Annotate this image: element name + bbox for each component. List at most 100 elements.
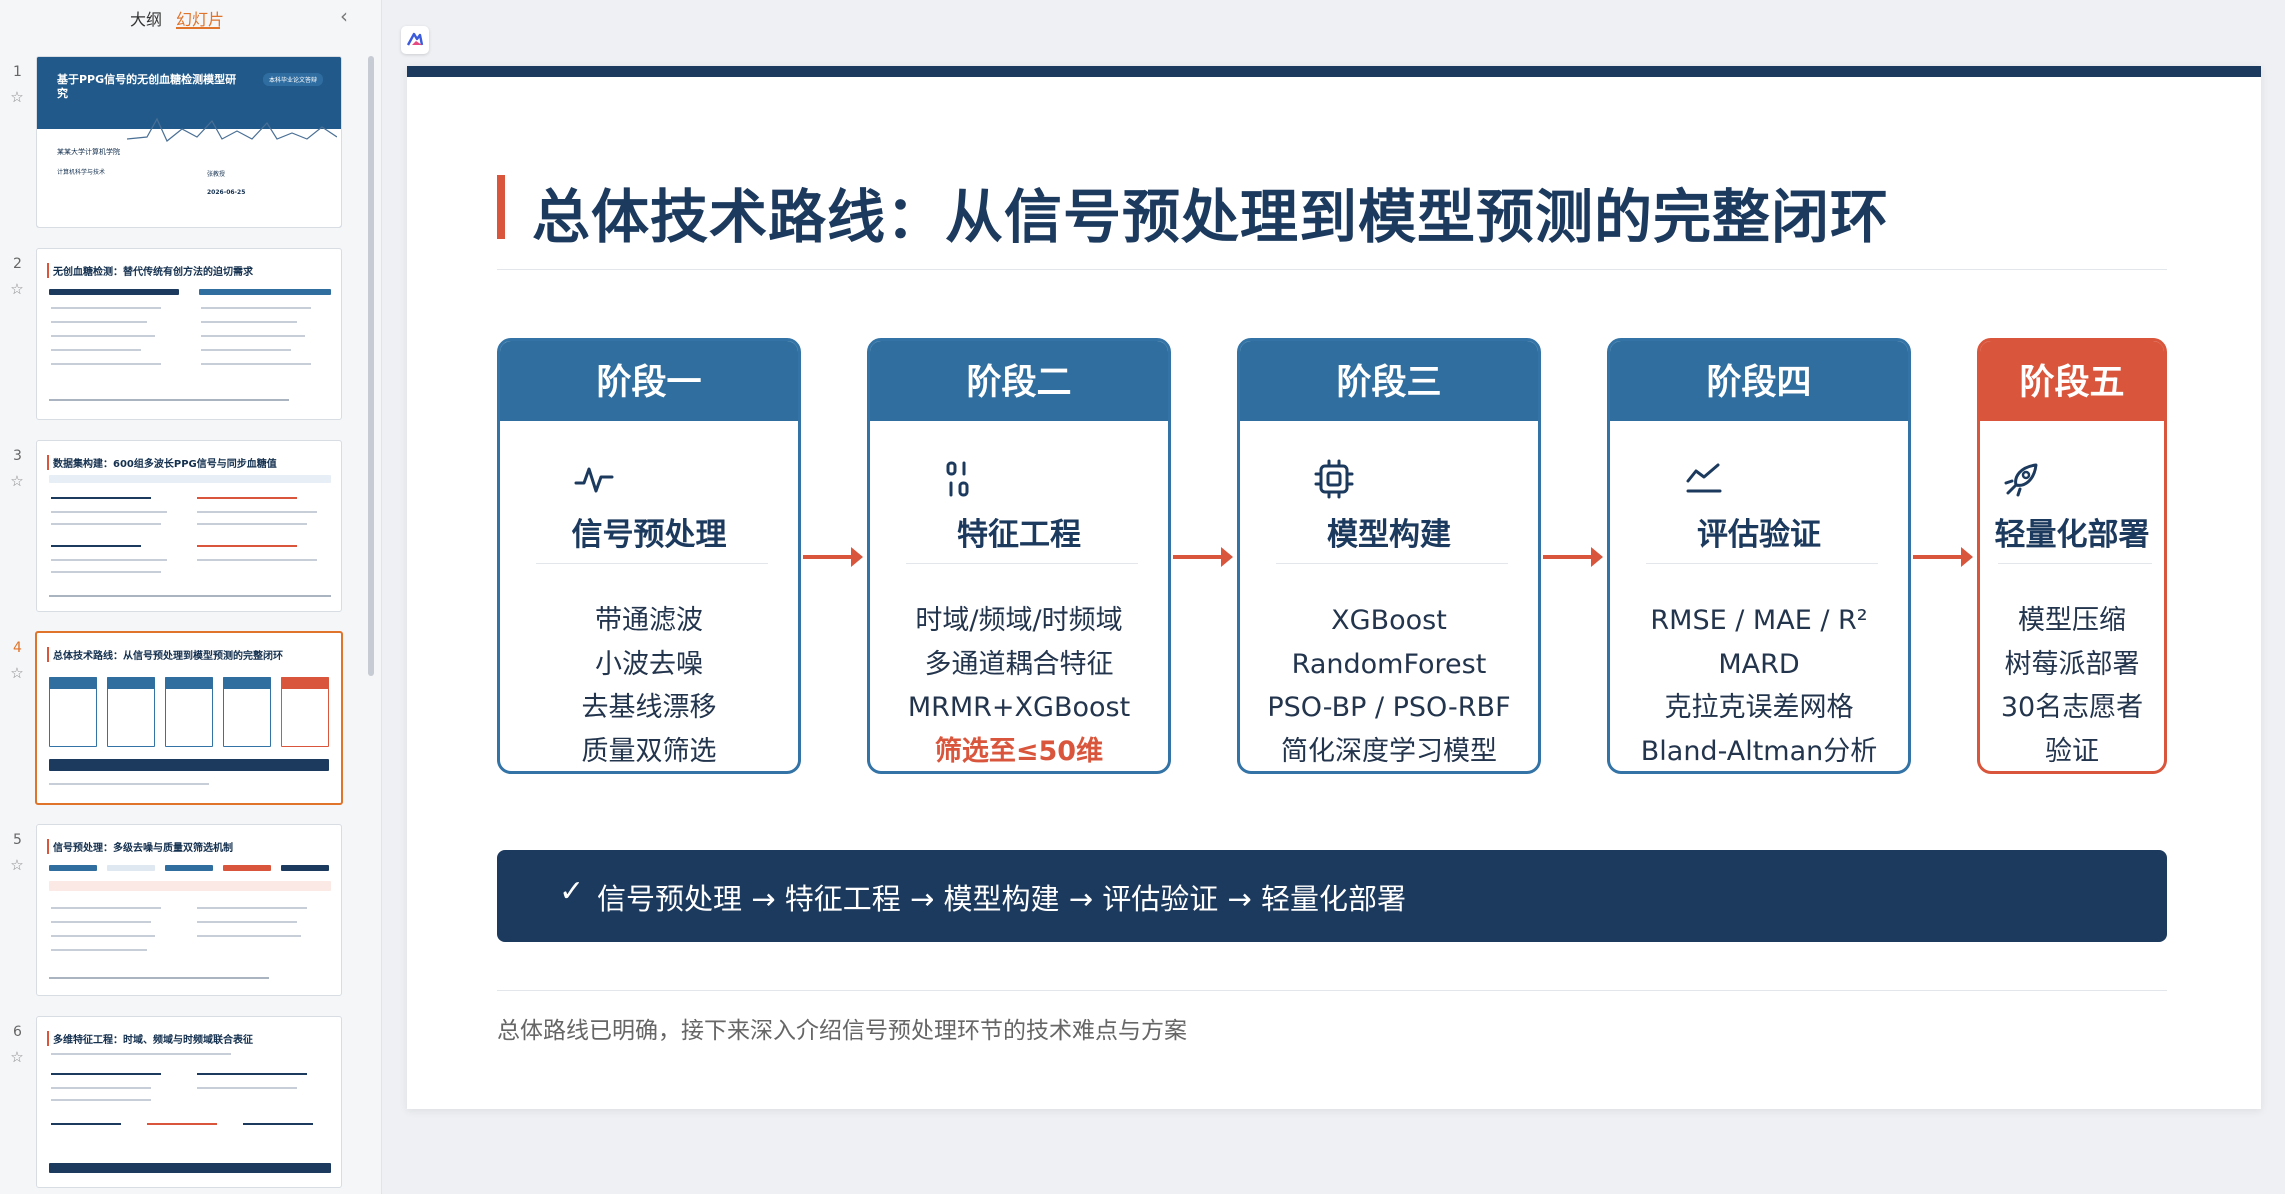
tab-outline[interactable]: 大纲 <box>130 6 162 30</box>
thumbnail-text <box>51 1073 161 1075</box>
stage-item: PSO-BP / PSO-RBF <box>1267 692 1511 723</box>
slide-number: 3 <box>13 448 22 464</box>
thumbnail-text <box>197 497 297 499</box>
slides-panel: 大纲 幻灯片 ‹ 1 ☆ 基于PPG信号的无创血糖检测模型研究 本科毕业论文答辩… <box>0 0 382 1194</box>
slide-thumbnail[interactable]: 无创血糖检测：替代传统有创方法的迫切需求 <box>36 248 342 420</box>
chevron-left-icon[interactable]: ‹ <box>340 4 348 28</box>
star-icon[interactable]: ☆ <box>8 88 26 106</box>
stage-items: XGBoost RandomForest PSO-BP / PSO-RBF 简化… <box>1240 599 1538 771</box>
thumbnail-block <box>49 475 331 483</box>
stage-item: 克拉克误差网格 <box>1664 692 1854 723</box>
slide-title: 总体技术路线：从信号预处理到模型预测的完整闭环 <box>532 183 1890 251</box>
stage-item: 带通滤波 <box>595 605 703 636</box>
thumbnail-title: 信号预处理：多级去噪与质量双筛选机制 <box>47 839 333 854</box>
thumbnail-title: 总体技术路线：从信号预处理到模型预测的完整闭环 <box>47 647 333 662</box>
stage-items: 时域/频域/时频域 多通道耦合特征 MRMR+XGBoost 筛选至≤50维 <box>870 599 1168 771</box>
thumbnail-advisor: 张教授 <box>207 171 226 178</box>
slide-thumbnail[interactable]: 数据集构建：600组多波长PPG信号与同步血糖值 <box>36 440 342 612</box>
divider <box>906 563 1138 564</box>
thumbnail-text <box>51 1099 151 1101</box>
thumbnail-title: 无创血糖检测：替代传统有创方法的迫切需求 <box>47 263 333 278</box>
stage-header: 阶段三 <box>1240 341 1538 421</box>
arrow-right-icon <box>1173 547 1233 567</box>
stage-items: 带通滤波 小波去噪 去基线漂移 质量双筛选 <box>500 599 798 771</box>
thumbnail-text <box>51 559 167 561</box>
star-icon[interactable]: ☆ <box>8 1048 26 1066</box>
stage-item: 去基线漂移 <box>581 692 717 723</box>
title-accent-bar <box>497 175 505 239</box>
slide-thumbnail[interactable]: 基于PPG信号的无创血糖检测模型研究 本科毕业论文答辩 某某大学计算机学院 计算… <box>36 56 342 228</box>
thumbnail-block <box>49 289 179 295</box>
stage-item: RMSE / MAE / R² <box>1650 605 1868 636</box>
stage-name: 评估验证 <box>1697 517 1821 553</box>
thumbnail-row: 6 ☆ 多维特征工程：时域、频域与时频域联合表征 <box>0 1000 370 1188</box>
stage-item: 多通道耦合特征 <box>924 648 1114 680</box>
flow-summary-bar: ✓ 信号预处理 → 特征工程 → 模型构建 → 评估验证 → 轻量化部署 <box>497 850 2167 942</box>
thumbnail-title: 基于PPG信号的无创血糖检测模型研究 <box>57 73 237 100</box>
thumbnail-row: 4 ☆ 总体技术路线：从信号预处理到模型预测的完整闭环 <box>0 616 370 805</box>
thumbnail-text <box>49 977 269 979</box>
slide-thumbnail[interactable]: 信号预处理：多级去噪与质量双筛选机制 <box>36 824 342 996</box>
stage-item: 简化深度学习模型 <box>1281 735 1497 767</box>
stage-items: RMSE / MAE / R² MARD 克拉克误差网格 Bland-Altma… <box>1610 599 1908 771</box>
thumbnail-block <box>49 865 97 871</box>
thumbnail-block <box>107 865 155 871</box>
stage-header: 阶段一 <box>500 341 798 421</box>
slide-thumbnail[interactable]: 多维特征工程：时域、频域与时频域联合表征 <box>36 1016 342 1188</box>
star-icon[interactable]: ☆ <box>8 664 26 682</box>
stage-item: 时域/频域/时频域 <box>915 605 1123 636</box>
thumbnail-text <box>197 1087 297 1089</box>
thumbnail-text <box>51 921 151 923</box>
slide-number: 6 <box>13 1024 22 1040</box>
thumbnail-block <box>49 759 329 771</box>
thumbnail-block <box>49 677 97 689</box>
thumbnail-text <box>51 523 161 525</box>
app-logo-icon[interactable] <box>401 26 429 54</box>
thumbnail-text <box>51 935 155 937</box>
slide-canvas[interactable]: 总体技术路线：从信号预处理到模型预测的完整闭环 阶段一 信号预处理 带通滤波 小… <box>407 66 2261 1109</box>
slide-top-bar <box>407 66 2261 77</box>
arrow-right-icon <box>1543 547 1603 567</box>
divider <box>536 563 768 564</box>
stage-card-4: 阶段四 评估验证 RMSE / MAE / R² MARD 克拉克误差网格 Bl… <box>1607 338 1911 774</box>
thumbnail-row: 5 ☆ 信号预处理：多级去噪与质量双筛选机制 <box>0 808 370 996</box>
slide-thumbnail-active[interactable]: 总体技术路线：从信号预处理到模型预测的完整闭环 <box>35 631 343 805</box>
thumbnail-text <box>49 399 289 401</box>
thumbnail-row: 3 ☆ 数据集构建：600组多波长PPG信号与同步血糖值 <box>0 424 370 612</box>
stage-header: 阶段五 <box>1980 341 2164 421</box>
thumbnail-text <box>51 363 161 365</box>
stage-name: 模型构建 <box>1327 517 1451 553</box>
check-icon: ✓ <box>559 874 585 909</box>
thumbnail-text <box>51 571 161 573</box>
thumbnail-block <box>107 677 155 689</box>
star-icon[interactable]: ☆ <box>8 472 26 490</box>
thumbnail-school: 某某大学计算机学院 <box>57 148 120 156</box>
slide-number: 2 <box>13 256 22 272</box>
thumbnail-text <box>197 907 307 909</box>
thumbnail-text <box>51 307 161 309</box>
stage-card-3: 阶段三 模型构建 XGBoost RandomForest PSO-BP / P… <box>1237 338 1541 774</box>
stage-item: 树莓派部署 <box>2004 648 2140 680</box>
thumbnail-block <box>165 865 213 871</box>
thumbnail-text <box>197 511 317 513</box>
slide-thumbnail-list[interactable]: 1 ☆ 基于PPG信号的无创血糖检测模型研究 本科毕业论文答辩 某某大学计算机学… <box>0 40 370 1194</box>
stage-item-highlight: 筛选至≤50维 <box>934 735 1104 767</box>
thumbnail-block <box>49 881 331 891</box>
star-icon[interactable]: ☆ <box>8 280 26 298</box>
thumbnail-block <box>49 1163 331 1173</box>
stage-name: 轻量化部署 <box>1994 517 2150 553</box>
slide-number: 4 <box>13 640 22 656</box>
arrow-right-icon <box>1913 547 1973 567</box>
divider <box>1998 563 2152 564</box>
divider <box>497 269 2167 270</box>
arrow-right-icon <box>803 547 863 567</box>
stage-name: 信号预处理 <box>571 517 727 553</box>
panel-scrollbar[interactable] <box>368 56 374 676</box>
thumbnail-text <box>201 349 291 351</box>
flow-summary-text: 信号预处理 → 特征工程 → 模型构建 → 评估验证 → 轻量化部署 <box>597 882 1406 916</box>
stage-item: 验证 <box>2045 735 2099 767</box>
stage-item: Bland-Altman分析 <box>1640 735 1878 767</box>
star-icon[interactable]: ☆ <box>8 856 26 874</box>
thumbnail-text <box>201 321 297 323</box>
divider <box>1276 563 1508 564</box>
